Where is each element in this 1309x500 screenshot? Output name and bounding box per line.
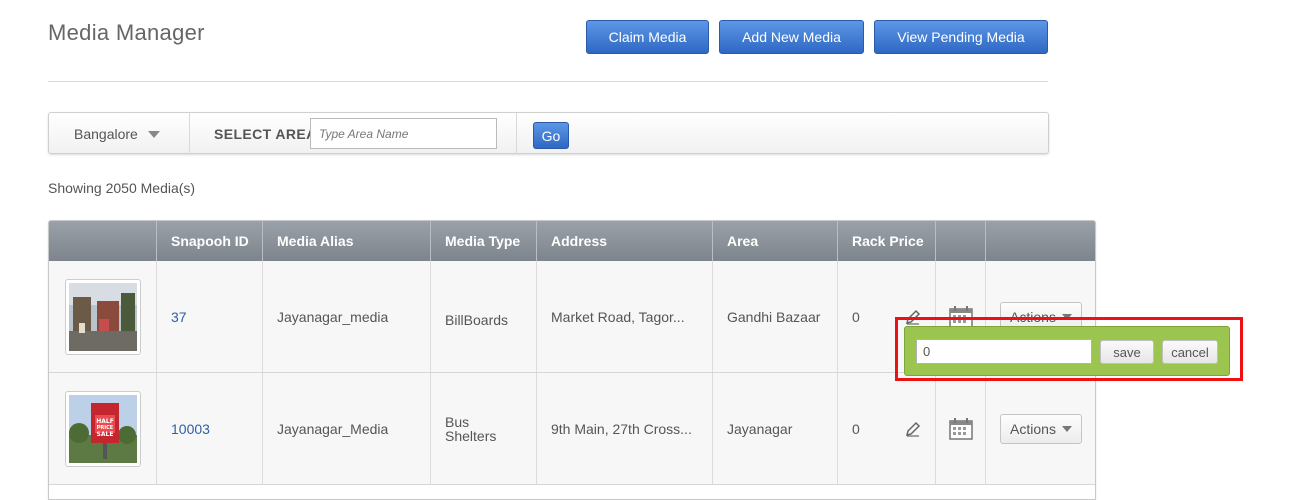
city-select[interactable]: Bangalore [74, 126, 138, 142]
column-header-snapooh-id[interactable]: Snapooh ID [157, 221, 263, 261]
calendar-cell [936, 373, 986, 484]
media-thumbnail[interactable]: HALF PRICE SALE [65, 390, 141, 467]
add-new-media-button[interactable]: Add New Media [719, 20, 864, 54]
snapooh-id-link[interactable]: 10003 [171, 421, 210, 437]
view-pending-media-button[interactable]: View Pending Media [874, 20, 1048, 54]
media-alias-cell: Jayanagar_Media [263, 373, 431, 484]
media-thumbnail-cell: HALF PRICE SALE [49, 373, 157, 484]
filter-bar: Bangalore SELECT AREA Go [48, 112, 1049, 154]
column-header-media-alias[interactable]: Media Alias [263, 221, 431, 261]
rack-price-value: 0 [852, 308, 860, 325]
divider [516, 113, 517, 154]
column-header-calendar [936, 221, 986, 261]
billboard-photo [69, 282, 137, 351]
table-header: Snapooh ID Media Alias Media Type Addres… [49, 221, 1095, 261]
bus-shelter-photo: HALF PRICE SALE [69, 394, 137, 463]
area-cell: Gandhi Bazaar [713, 261, 838, 372]
rack-price-cell: 0 [838, 373, 936, 484]
area-search-input[interactable] [310, 118, 497, 149]
media-type-cell: Bus Shelters [431, 373, 537, 484]
address-cell: 9th Main, 27th Cross... [537, 373, 713, 484]
rack-price-edit-popup: save cancel [904, 326, 1230, 376]
rack-price-value: 0 [852, 420, 860, 437]
column-header-rack-price[interactable]: Rack Price [838, 221, 936, 261]
snapooh-id-cell: 37 [157, 261, 263, 372]
media-type-cell: BillBoards [431, 261, 537, 372]
snapooh-id-link[interactable]: 37 [171, 309, 187, 325]
go-button[interactable]: Go [533, 122, 569, 149]
column-header-image [49, 221, 157, 261]
page-title: Media Manager [48, 20, 205, 45]
svg-text:HALF: HALF [96, 418, 114, 425]
header-divider [48, 81, 1048, 82]
pencil-icon[interactable] [905, 421, 921, 437]
claim-media-button[interactable]: Claim Media [586, 20, 709, 54]
area-cell: Jayanagar [713, 373, 838, 484]
actions-cell: Actions [986, 373, 1095, 484]
actions-label: Actions [1010, 420, 1056, 437]
column-header-media-type[interactable]: Media Type [431, 221, 537, 261]
media-alias-cell: Jayanagar_media [263, 261, 431, 372]
column-header-address[interactable]: Address [537, 221, 713, 261]
svg-text:SALE: SALE [97, 431, 114, 438]
column-header-area[interactable]: Area [713, 221, 838, 261]
save-button[interactable]: save [1100, 340, 1154, 364]
media-thumbnail-cell [49, 261, 157, 372]
results-count: Showing 2050 Media(s) [48, 180, 196, 196]
address-cell: Market Road, Tagor... [537, 261, 713, 372]
actions-dropdown-button[interactable]: Actions [1000, 413, 1082, 444]
chevron-down-icon [1061, 425, 1072, 432]
select-area-label: SELECT AREA [214, 126, 317, 142]
divider [189, 113, 190, 154]
calendar-icon[interactable] [948, 417, 973, 440]
cancel-button[interactable]: cancel [1162, 340, 1218, 364]
rack-price-input[interactable] [916, 339, 1092, 364]
media-thumbnail[interactable] [65, 278, 141, 355]
chevron-down-icon[interactable] [148, 131, 160, 138]
column-header-actions [986, 221, 1095, 261]
table-row: HALF PRICE SALE 10003 Jayanagar_Media Bu… [49, 373, 1095, 485]
snapooh-id-cell: 10003 [157, 373, 263, 484]
